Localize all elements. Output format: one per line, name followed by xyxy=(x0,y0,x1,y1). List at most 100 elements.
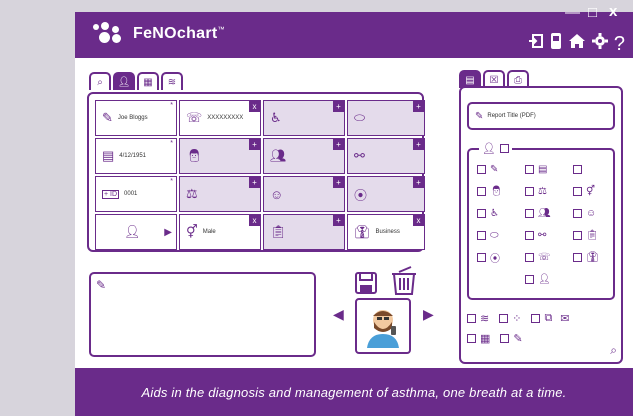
table-icon: ▦ xyxy=(143,76,153,88)
add-badge-icon[interactable]: + xyxy=(413,101,424,112)
device-icon[interactable] xyxy=(550,32,562,55)
dob-cell[interactable]: ▤ 4/12/1951 * xyxy=(95,138,177,174)
smoking-cell[interactable]: ⚯ + xyxy=(347,138,425,174)
checkbox[interactable] xyxy=(525,186,534,196)
add-badge-icon[interactable]: + xyxy=(249,139,260,150)
id-card-icon: + ID xyxy=(102,189,120,199)
opt-clipboard[interactable]: 📋︎ xyxy=(573,228,613,242)
close-button[interactable]: x xyxy=(609,4,617,19)
email-icon[interactable]: ✉ xyxy=(560,312,569,325)
gear-icon[interactable] xyxy=(591,33,608,54)
location-pin-icon: ⦿ xyxy=(490,253,500,265)
doctor-icon: 👨︎ xyxy=(186,148,203,163)
add-badge-icon[interactable]: + xyxy=(333,177,344,188)
person-icon: 👤︎ xyxy=(538,273,551,285)
remove-badge-icon[interactable]: x xyxy=(249,101,260,112)
opt-occupation[interactable]: 👔︎ xyxy=(573,250,613,264)
tab-search[interactable]: ⌕ xyxy=(89,72,111,90)
opt-patient[interactable]: 👤︎ xyxy=(525,272,573,286)
checkbox[interactable] xyxy=(499,313,509,323)
add-badge-icon[interactable]: + xyxy=(413,177,424,188)
tab-table[interactable]: ▦ xyxy=(137,72,159,90)
checkbox[interactable] xyxy=(531,313,541,323)
report-panel: ✎ Report Title (PDF) 👤︎ ✎ ▤ 👨︎ ⚖︎ ⚥ ♿︎ 👥… xyxy=(459,86,623,364)
checkbox[interactable] xyxy=(525,274,534,284)
disability-cell[interactable]: ♿︎ + xyxy=(263,100,345,136)
home-icon[interactable] xyxy=(568,33,586,54)
checkbox[interactable] xyxy=(525,208,534,218)
checkbox[interactable] xyxy=(477,252,486,262)
opt-blank[interactable] xyxy=(573,162,613,176)
patient-cell[interactable]: 👤︎ ▶ xyxy=(95,214,177,250)
scale-icon: ⚖︎ xyxy=(538,185,547,197)
name-cell[interactable]: ✎ Joe Bloggs * xyxy=(95,100,177,136)
opt-nurse[interactable]: ☺ xyxy=(573,206,613,220)
opt-gender[interactable]: ⚥ xyxy=(573,184,613,198)
add-badge-icon[interactable]: + xyxy=(333,101,344,112)
opt-name[interactable]: ✎ xyxy=(477,162,525,176)
checkbox[interactable] xyxy=(573,252,582,262)
tab-patient[interactable]: 👤︎ xyxy=(113,72,135,90)
opt-location[interactable]: ⦿ xyxy=(477,250,525,265)
add-badge-icon[interactable]: + xyxy=(413,139,424,150)
checkbox[interactable] xyxy=(477,164,486,174)
id-cell[interactable]: + ID 0001 * xyxy=(95,176,177,212)
report-title-field[interactable]: ✎ Report Title (PDF) xyxy=(467,102,615,130)
opt-doctor[interactable]: 👨︎ xyxy=(477,184,525,198)
next-arrow-icon[interactable]: ▶ xyxy=(423,306,434,323)
minimize-button[interactable]: — xyxy=(565,5,580,20)
notes-field[interactable]: ✎ xyxy=(89,272,316,357)
checkbox[interactable] xyxy=(525,230,534,240)
play-arrow-icon[interactable]: ▶ xyxy=(164,227,172,238)
checkbox[interactable] xyxy=(573,164,582,174)
checkbox[interactable] xyxy=(573,186,582,196)
weight-cell[interactable]: ⚖︎ + xyxy=(179,176,261,212)
business-person-icon: 👔︎ xyxy=(354,224,371,239)
doctor-cell[interactable]: 👨︎ + xyxy=(179,138,261,174)
checkbox[interactable] xyxy=(467,313,476,323)
export-row-2: ▦ ✎ xyxy=(467,328,617,348)
exit-icon[interactable] xyxy=(528,33,544,54)
phone-cell[interactable]: ☏ XXXXXXXXX x xyxy=(179,100,261,136)
save-icon[interactable] xyxy=(355,272,377,294)
gender-cell[interactable]: ⚥ Male x xyxy=(179,214,261,250)
checkbox[interactable] xyxy=(477,208,486,218)
opt-phone[interactable]: ☏ xyxy=(525,250,573,264)
nurse-cell[interactable]: ☺ + xyxy=(263,176,345,212)
checkbox[interactable] xyxy=(525,164,534,174)
checkbox[interactable] xyxy=(477,186,486,196)
add-badge-icon[interactable]: + xyxy=(333,215,344,226)
occupation-cell[interactable]: 👔︎ Business x xyxy=(347,214,425,250)
select-all-checkbox[interactable] xyxy=(499,144,509,153)
opt-family[interactable]: 👥︎ xyxy=(525,206,573,220)
clipboard-cell[interactable]: 📋︎ + xyxy=(263,214,345,250)
preview-zoom-icon[interactable]: ⌕ xyxy=(610,343,617,358)
avatar[interactable] xyxy=(355,298,411,354)
tab-chart[interactable]: ≋ xyxy=(161,72,183,90)
delete-icon[interactable] xyxy=(391,266,417,296)
checkbox[interactable] xyxy=(467,333,476,343)
previous-arrow-icon[interactable]: ◀ xyxy=(333,306,344,323)
checkbox[interactable] xyxy=(500,333,510,343)
checkbox[interactable] xyxy=(525,252,534,262)
opt-smoking[interactable]: ⚯ xyxy=(525,228,573,242)
remove-badge-icon[interactable]: x xyxy=(413,215,424,226)
title-bar: FeNOchart™ — □ x ? xyxy=(75,4,633,58)
maximize-button[interactable]: □ xyxy=(588,5,597,20)
opt-weight[interactable]: ⚖︎ xyxy=(525,184,573,198)
person-icon: 👤︎ xyxy=(124,224,141,239)
checkbox[interactable] xyxy=(573,230,582,240)
medication-cell[interactable]: ⬭ + xyxy=(347,100,425,136)
family-cell[interactable]: 👥︎ + xyxy=(263,138,345,174)
add-badge-icon[interactable]: + xyxy=(249,177,260,188)
opt-dob[interactable]: ▤ xyxy=(525,162,573,176)
opt-disability[interactable]: ♿︎ xyxy=(477,206,525,220)
remove-badge-icon[interactable]: x xyxy=(249,215,260,226)
checkbox[interactable] xyxy=(573,208,582,218)
checkbox[interactable] xyxy=(477,230,486,240)
help-icon[interactable]: ? xyxy=(614,34,625,54)
location-cell[interactable]: ⦿ + xyxy=(347,176,425,212)
add-badge-icon[interactable]: + xyxy=(333,139,344,150)
opt-medication[interactable]: ⬭ xyxy=(477,228,525,242)
location-pin-icon: ⦿ xyxy=(354,187,368,203)
